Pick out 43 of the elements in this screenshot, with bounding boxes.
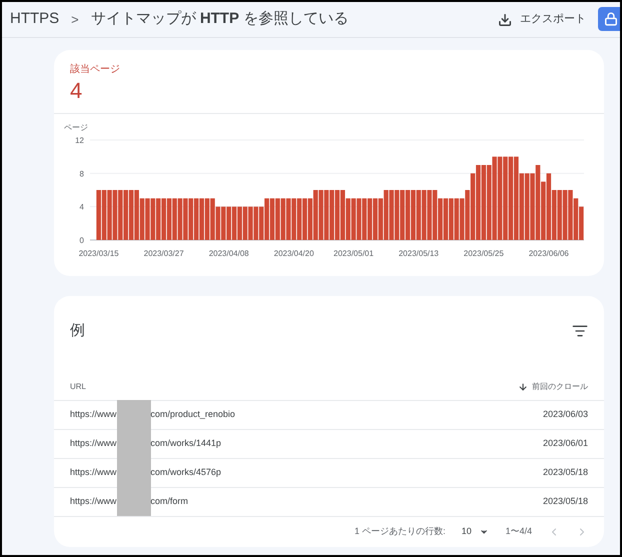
url-text[interactable]: com/works/1441p	[150, 436, 222, 450]
axis-tick-label: 2023/04/08	[208, 249, 249, 258]
rows-per-page-select[interactable]: 10	[461, 524, 490, 538]
url-text[interactable]: com/product_renobio	[150, 408, 236, 422]
metric-value: 4	[70, 77, 82, 105]
date-cell-text: 2023/05/18	[542, 466, 588, 479]
axis-tick-label: 2023/03/15	[78, 249, 119, 258]
url-text[interactable]: https://www	[70, 408, 117, 422]
axis-tick-label: 2023/06/06	[528, 249, 569, 258]
filter-icon[interactable]	[572, 323, 588, 340]
lock-button[interactable]	[598, 7, 620, 31]
axis-tick-label: 2023/04/20	[274, 249, 314, 258]
column-header[interactable]: 前回のクロール	[518, 381, 588, 393]
lock-icon	[604, 12, 618, 26]
redaction-block	[116, 487, 151, 516]
section-title: 例	[70, 321, 85, 341]
page-title: サイトマップが HTTP を参照している	[90, 9, 348, 30]
url-text[interactable]: com/works/4576p	[150, 466, 222, 480]
axis-tick-label: 8	[80, 169, 84, 178]
rows-per-page-label: 1 ページあたりの行数:	[354, 524, 446, 538]
page-range: 1〜4/4	[505, 524, 532, 538]
download-icon	[498, 12, 512, 26]
export-button[interactable]: エクスポート	[498, 11, 586, 28]
axis-tick-label: 2023/05/13	[398, 249, 439, 258]
axis-tick-label: 4	[80, 202, 84, 212]
axis-tick-label: 2023/03/27	[144, 249, 184, 258]
url-text[interactable]: https://www	[70, 466, 117, 480]
axis-tick-label: 2023/05/25	[464, 249, 504, 258]
metric-label: 該当ページ	[70, 62, 120, 77]
axis-title: ページ	[64, 123, 88, 132]
axis-tick-label: 2023/05/01	[334, 249, 374, 258]
url-text[interactable]: com/form	[150, 494, 188, 508]
breadcrumb-link[interactable]: HTTPS	[10, 8, 60, 31]
breadcrumb-separator: >	[71, 10, 79, 29]
date-cell-text: 2023/05/18	[542, 494, 588, 508]
date-cell-text: 2023/06/03	[542, 408, 588, 421]
date-cell-text: 2023/06/01	[542, 436, 588, 450]
column-header[interactable]: URL	[70, 381, 86, 393]
axis-tick-label: 0	[80, 236, 84, 245]
url-text[interactable]: https://www	[70, 436, 117, 450]
url-text[interactable]: https://www	[70, 494, 117, 508]
axis-tick-label: 12	[75, 136, 84, 145]
redaction-block	[116, 400, 151, 429]
